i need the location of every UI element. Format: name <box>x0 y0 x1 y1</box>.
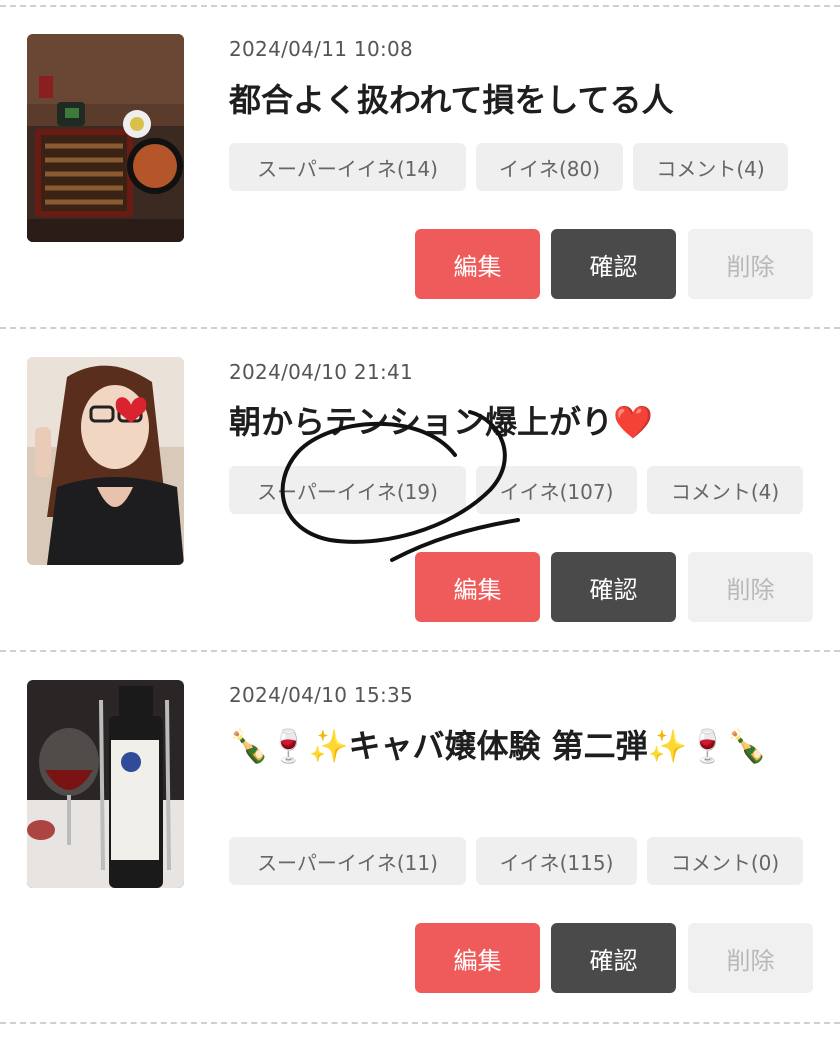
wine-photo-image <box>27 680 184 888</box>
comment-count[interactable]: コメント(0) <box>647 837 803 885</box>
super-like-count[interactable]: スーパーイイネ(14) <box>229 143 466 191</box>
edit-button[interactable]: 編集 <box>415 923 540 993</box>
divider <box>0 1022 840 1024</box>
selfie-photo-image <box>27 357 184 565</box>
delete-button[interactable]: 削除 <box>688 923 813 993</box>
like-count[interactable]: イイネ(80) <box>476 143 623 191</box>
post-date: 2024/04/10 15:35 <box>229 683 414 707</box>
post-thumbnail[interactable] <box>27 680 184 888</box>
post-title[interactable]: 都合よく扱われて損をしてる人 <box>229 78 809 122</box>
confirm-button[interactable]: 確認 <box>551 552 676 622</box>
post-thumbnail[interactable] <box>27 34 184 242</box>
divider <box>0 5 840 7</box>
like-count[interactable]: イイネ(115) <box>476 837 637 885</box>
delete-button[interactable]: 削除 <box>688 229 813 299</box>
super-like-count[interactable]: スーパーイイネ(11) <box>229 837 466 885</box>
confirm-button[interactable]: 確認 <box>551 923 676 993</box>
divider <box>0 650 840 652</box>
edit-button[interactable]: 編集 <box>415 552 540 622</box>
edit-button[interactable]: 編集 <box>415 229 540 299</box>
comment-count[interactable]: コメント(4) <box>633 143 788 191</box>
confirm-button[interactable]: 確認 <box>551 229 676 299</box>
post-thumbnail[interactable] <box>27 357 184 565</box>
unagi-photo-image <box>27 34 184 242</box>
post-title[interactable]: 朝からテンション爆上がり❤️ <box>229 400 809 444</box>
post-date: 2024/04/10 21:41 <box>229 360 414 384</box>
comment-count[interactable]: コメント(4) <box>647 466 803 514</box>
post-date: 2024/04/11 10:08 <box>229 37 414 61</box>
post-title[interactable]: 🍾🍷✨キャバ嬢体験 第二弾✨🍷🍾 <box>229 724 809 768</box>
super-like-count[interactable]: スーパーイイネ(19) <box>229 466 466 514</box>
like-count[interactable]: イイネ(107) <box>476 466 637 514</box>
divider <box>0 327 840 329</box>
delete-button[interactable]: 削除 <box>688 552 813 622</box>
